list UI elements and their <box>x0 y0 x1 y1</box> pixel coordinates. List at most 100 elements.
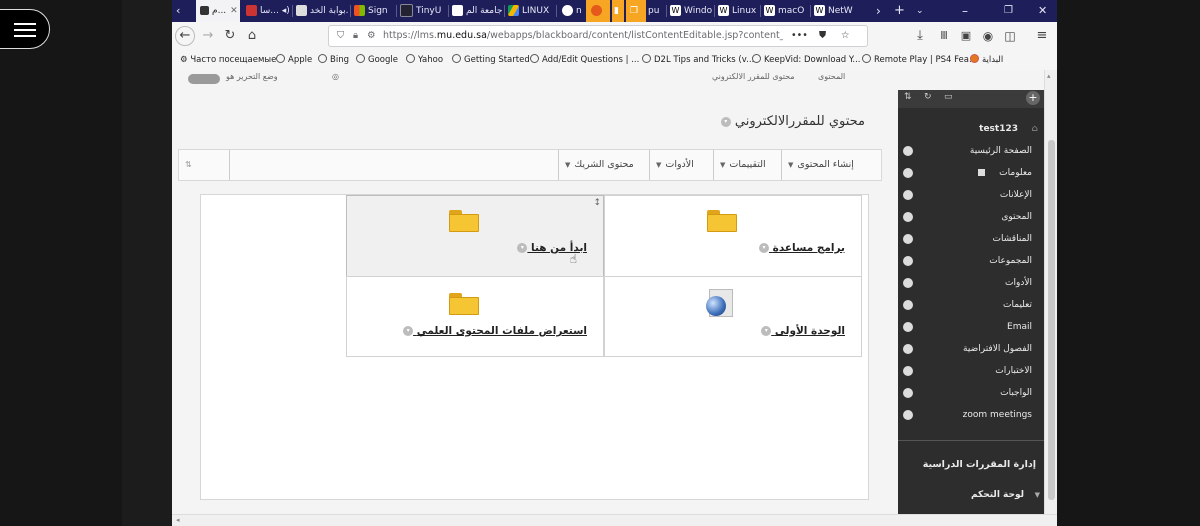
tab-12[interactable]: WmacO <box>764 0 808 22</box>
bookmark-most-visited[interactable]: ⚙ Часто посещаемые <box>180 50 276 70</box>
control-panel-toggle[interactable]: ▼ لوحة التحكم <box>898 484 1044 506</box>
sidebar-item-label: المحتوى <box>1001 212 1032 222</box>
back-arrow-icon[interactable]: ← <box>175 26 195 46</box>
content-item[interactable]: ▾ الوحدة الأولى <box>604 276 862 357</box>
drag-handle-icon[interactable]: ↕ <box>593 198 601 208</box>
course-menu: ⇅ ↻ ▭ + test123 ⌂ الصفحة الرئيسية معلومات… <box>898 90 1044 526</box>
tab-3[interactable]: بوابة الخد... <box>296 0 348 22</box>
content-item-title[interactable]: ▾ برامج مساعدة <box>758 242 845 254</box>
scrollbar-thumb[interactable] <box>1048 140 1055 500</box>
sidebar-item-email[interactable]: Email <box>898 316 1044 338</box>
sidebar-item-announcements[interactable]: الإعلانات <box>898 184 1044 206</box>
window-close-icon[interactable]: ✕ <box>1038 0 1047 22</box>
bookmark-getting-started[interactable]: Getting Started <box>452 50 530 70</box>
sidebar-item-home[interactable]: الصفحة الرئيسية <box>898 140 1044 162</box>
minimize-icon[interactable]: – <box>962 0 968 22</box>
address-bar[interactable]: ⛉ 🔒︎ ⚙ https://lms.mu.edu.sa/webapps/bla… <box>328 25 868 47</box>
bookmark-start[interactable]: البداية <box>970 50 1003 70</box>
page-actions-icon[interactable]: ••• <box>791 26 808 46</box>
tab-2[interactable]: سا... ◂) <box>246 0 292 22</box>
add-menu-item-icon[interactable]: + <box>1026 91 1040 105</box>
sidebar-item-virtual-classes[interactable]: الفصول الافتراضية <box>898 338 1044 360</box>
edit-mode-toggle[interactable] <box>188 74 220 84</box>
sidebar-item-tests[interactable]: الاختبارات <box>898 360 1044 382</box>
sidebar-toggle-icon[interactable]: ▣ <box>956 26 976 46</box>
extensions-icon[interactable]: ◫ <box>1000 26 1020 46</box>
home-icon[interactable]: ⌂ <box>242 26 262 46</box>
tab-13[interactable]: W NetW <box>814 0 858 22</box>
close-icon[interactable]: ✕ <box>230 6 238 16</box>
account-icon[interactable]: ◉ <box>978 26 998 46</box>
reorder-icon[interactable]: ⇅ <box>179 150 230 180</box>
pocket-icon[interactable]: ⛊ <box>819 26 826 46</box>
tab-6[interactable]: جامعة الم <box>452 0 502 22</box>
sidebar-item-assignments[interactable]: الواجبات <box>898 382 1044 404</box>
maximize-icon[interactable]: ❐ <box>1004 0 1013 22</box>
chevron-down-icon[interactable]: ▾ <box>720 116 731 127</box>
tab-5[interactable]: TinyU <box>400 0 446 22</box>
horizontal-scrollbar[interactable]: ◂ <box>172 514 1057 526</box>
content-item[interactable]: ▾ استعراض ملفات المحتوى العلمي <box>346 276 604 357</box>
sidebar-item-groups[interactable]: المجموعات <box>898 250 1044 272</box>
toolbar-tools[interactable]: ▼ الأدوات <box>649 150 700 180</box>
sidebar-item-discussions[interactable]: المناقشات <box>898 228 1044 250</box>
tab-4[interactable]: Sign <box>354 0 394 22</box>
tab-separator <box>714 5 715 17</box>
chevron-down-icon[interactable]: ▾ <box>761 326 772 336</box>
tab-9[interactable]: pu <box>648 0 666 22</box>
lock-icon: 🔒︎ <box>353 30 359 41</box>
content-item-title[interactable]: ▾ استعراض ملفات المحتوى العلمي <box>403 325 587 337</box>
screen-share-tab[interactable]: ❐ <box>626 0 646 22</box>
course-name[interactable]: test123 ⌂ <box>898 118 1044 140</box>
content-item-title[interactable]: ▾ الوحدة الأولى <box>761 325 845 337</box>
new-tab-icon[interactable]: + <box>894 0 905 22</box>
toolbar-assessments[interactable]: ▼ التقييمات <box>713 150 772 180</box>
tab-scroll-left-icon[interactable]: ‹ <box>176 0 190 22</box>
sidebar-item-content[interactable]: المحتوى <box>898 206 1044 228</box>
bookmark-d2l-tips[interactable]: D2L Tips and Tricks (v... <box>642 50 754 70</box>
forward-arrow-icon[interactable]: → <box>198 26 218 46</box>
sidebar-item-information[interactable]: معلومات <box>898 162 1044 184</box>
tab-scroll-right-icon[interactable]: › <box>876 0 881 22</box>
tab-active[interactable]: م... ✕ <box>196 0 240 22</box>
refresh-icon[interactable]: ↻ <box>924 92 932 102</box>
breadcrumb-root[interactable]: المحتوى <box>818 72 845 81</box>
bookmark-apple[interactable]: Apple <box>276 50 312 70</box>
tab-8[interactable]: n <box>562 0 586 22</box>
toolbar-partner-content[interactable]: ▼ محتوى الشريك <box>558 150 640 180</box>
sidebar-item-help[interactable]: تعليمات <box>898 294 1044 316</box>
bookmark-add-edit-questions[interactable]: Add/Edit Questions | ... <box>530 50 639 70</box>
app-menu-icon[interactable]: ≡ <box>1032 26 1052 46</box>
bookmark-google[interactable]: Google <box>356 50 398 70</box>
content-item[interactable]: ▾ برامج مساعدة <box>604 195 862 278</box>
library-icon[interactable]: Ⅲ <box>934 26 954 46</box>
left-dark-band <box>0 0 122 526</box>
tab-7[interactable]: LINUX <box>508 0 554 22</box>
vertical-scrollbar[interactable]: ▴ <box>1044 70 1057 516</box>
download-icon[interactable]: ⤓ <box>910 26 930 46</box>
content-item[interactable]: ↕ ▾ ابدأ من هنا ☝ <box>346 195 604 278</box>
reorder-icon[interactable]: ⇅ <box>904 92 912 102</box>
mic-tab[interactable]: ▮ <box>612 0 624 22</box>
chevron-down-icon[interactable]: ▾ <box>403 326 414 336</box>
scroll-left-icon[interactable]: ◂ <box>176 516 180 524</box>
bookmark-remote-play[interactable]: Remote Play | PS4 Fea... <box>862 50 977 70</box>
folder-view-icon[interactable]: ▭ <box>944 92 953 102</box>
scroll-up-icon[interactable]: ▴ <box>1047 72 1055 80</box>
bookmark-keepvid[interactable]: KeepVid: Download Y... <box>752 50 860 70</box>
toolbar-build-content[interactable]: ▼ إنشاء المحتوى <box>781 150 860 180</box>
tab-11[interactable]: W Linux <box>718 0 758 22</box>
hamburger-menu-button[interactable] <box>0 9 50 49</box>
sidebar-item-tools[interactable]: الأدوات <box>898 272 1044 294</box>
bookmark-yahoo[interactable]: Yahoo <box>406 50 443 70</box>
chevron-down-icon[interactable]: ▾ <box>758 243 769 253</box>
bookmark-bing[interactable]: Bing <box>318 50 349 70</box>
chevron-down-icon[interactable]: ▾ <box>517 243 528 253</box>
tab-10[interactable]: W Windo <box>670 0 712 22</box>
sidebar-item-zoom-meetings[interactable]: zoom meetings <box>898 404 1044 426</box>
reload-icon[interactable]: ↻ <box>220 26 240 46</box>
tab-separator <box>760 5 761 17</box>
firefox-tab[interactable] <box>586 0 610 22</box>
chevron-down-icon[interactable]: ⌄ <box>916 0 924 22</box>
bookmark-star-icon[interactable]: ☆ <box>841 26 850 46</box>
